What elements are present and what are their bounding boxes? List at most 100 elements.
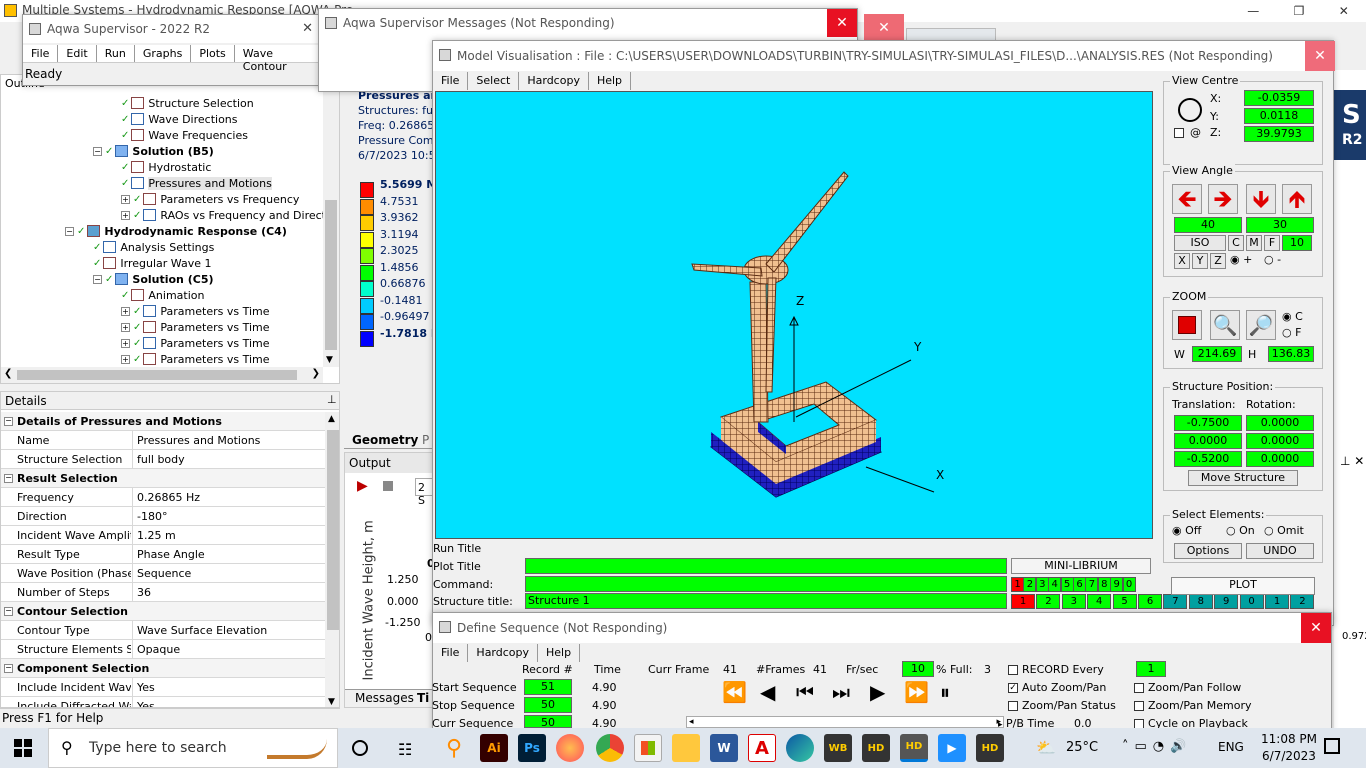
tray-icons[interactable]: ˄▭◔🔊 — [1122, 739, 1192, 754]
details-value[interactable]: Phase Angle — [137, 548, 205, 561]
details-value[interactable]: 1.25 m — [137, 529, 176, 542]
centre-checkbox[interactable] — [1174, 128, 1184, 138]
model-menu-item[interactable]: Help — [589, 72, 632, 90]
details-value[interactable]: -180° — [137, 510, 167, 523]
tree-vertical-scrollbar[interactable]: ▼ — [323, 85, 339, 367]
structure-digit-button[interactable]: 9 — [1214, 594, 1239, 609]
windows-start-icon[interactable] — [14, 739, 32, 757]
file-explorer-icon[interactable] — [672, 734, 700, 762]
stop-icon[interactable] — [383, 481, 393, 491]
collapse-icon[interactable]: − — [93, 146, 102, 156]
tree-item[interactable]: + ✓ Parameters vs Time — [121, 319, 270, 335]
translation-x[interactable]: -0.7500 — [1174, 415, 1242, 431]
move-structure-button[interactable]: Move Structure — [1188, 470, 1298, 486]
rotation-z[interactable]: 0.0000 — [1246, 451, 1314, 467]
collapse-icon[interactable]: − — [4, 474, 13, 483]
pin-icon[interactable]: ⊥ — [327, 393, 337, 406]
z-axis-button[interactable]: Z — [1210, 253, 1226, 269]
clock-date[interactable]: 6/7/2023 — [1256, 749, 1322, 763]
sequence-close-button[interactable]: ✕ — [1301, 613, 1331, 643]
centre-circle-icon[interactable] — [1178, 98, 1202, 122]
supervisor-menu-item[interactable]: Wave Contour — [235, 45, 321, 73]
model-menu-item[interactable]: Select — [468, 72, 520, 90]
command-digit-button[interactable]: 0 — [1122, 577, 1136, 592]
command-digit-button[interactable]: 4 — [1048, 577, 1062, 592]
details-value[interactable]: Wave Surface Elevation — [137, 624, 267, 637]
close-icon[interactable]: ✕ — [1339, 4, 1349, 18]
command-digit-button[interactable]: 5 — [1060, 577, 1074, 592]
details-value[interactable]: Yes — [137, 681, 155, 694]
undo-button[interactable]: UNDO — [1246, 543, 1314, 559]
details-row[interactable]: Name Pressures and Motions — [1, 431, 325, 450]
structure-digit-button[interactable]: 6 — [1138, 594, 1162, 609]
tree-item[interactable]: ✓ Wave Directions — [121, 111, 238, 127]
task-view-icon[interactable] — [352, 740, 368, 756]
details-row[interactable]: Include Incident Wave Yes — [1, 678, 325, 697]
c-button[interactable]: C — [1228, 235, 1244, 251]
record-every-checkbox[interactable]: RECORD Every — [1008, 663, 1104, 676]
zoom-follow-checkbox[interactable]: Zoom/Pan Follow — [1134, 681, 1241, 694]
tree-item[interactable]: + ✓ RAOs vs Frequency and Directio — [121, 207, 336, 223]
command-field[interactable] — [525, 576, 1007, 592]
frsec-field[interactable]: 10 — [902, 661, 934, 677]
details-scrollbar[interactable]: ▲ ▼ — [325, 412, 339, 707]
curr-record-field[interactable]: 50 — [524, 715, 572, 729]
details-group-header[interactable]: − Contour Selection — [1, 602, 325, 621]
arrow-left-icon[interactable]: 🡸 — [1172, 184, 1202, 214]
plus-radio[interactable]: ◉ + — [1230, 253, 1252, 266]
structure-digit-button[interactable]: 3 — [1061, 594, 1086, 609]
expand-icon[interactable]: + — [121, 354, 130, 364]
supervisor-menu-item[interactable]: Edit — [58, 45, 97, 62]
details-value[interactable]: full body — [137, 453, 185, 466]
mini-librium-button[interactable]: MINI-LIBRIUM — [1011, 558, 1151, 574]
options-button[interactable]: Options — [1174, 543, 1242, 559]
arrow-down-icon[interactable]: 🡻 — [1246, 184, 1276, 214]
plot-title-field[interactable] — [525, 558, 1007, 574]
aqwa-hd-icon-2[interactable]: HD — [976, 734, 1004, 762]
notification-icon[interactable] — [1324, 738, 1340, 754]
details-row[interactable]: Contour Type Wave Surface Elevation — [1, 621, 325, 640]
tab-geometry[interactable]: Geometry — [352, 433, 418, 447]
rotation-y[interactable]: 0.0000 — [1246, 433, 1314, 449]
record-every-field[interactable]: 1 — [1136, 661, 1166, 677]
zoom-status-checkbox[interactable]: Zoom/Pan Status — [1008, 699, 1116, 712]
start-record-field[interactable]: 51 — [524, 679, 572, 695]
centre-y-field[interactable]: 0.0118 — [1244, 108, 1314, 124]
fast-forward-icon[interactable]: ⏩ — [904, 680, 929, 704]
structure-digit-button[interactable]: 2 — [1290, 594, 1315, 609]
step-back-icon[interactable]: ◀ — [760, 680, 775, 704]
command-digit-button[interactable]: 2 — [1023, 577, 1037, 592]
model-viewport[interactable]: Z Y X — [435, 91, 1153, 539]
tab-messages[interactable]: Messages — [355, 691, 414, 705]
tab-ti[interactable]: Ti — [417, 691, 429, 705]
model-menu-item[interactable]: Hardcopy — [519, 72, 589, 90]
collapse-icon[interactable]: − — [93, 274, 102, 284]
clock-time[interactable]: 11:08 PM — [1256, 732, 1322, 746]
details-group-header[interactable]: − Details of Pressures and Motions — [1, 412, 325, 431]
expand-icon[interactable]: + — [121, 306, 130, 316]
pause-icon[interactable]: ⏸ — [940, 680, 950, 704]
search-app-icon[interactable]: ⚲ — [440, 734, 468, 762]
details-value[interactable]: Pressures and Motions — [137, 434, 260, 447]
tree-item[interactable]: ✓ Pressures and Motions — [121, 175, 272, 191]
weather-icon[interactable]: ⛅ — [1036, 738, 1056, 757]
plot-button[interactable]: PLOT — [1171, 577, 1315, 595]
model-close-button[interactable]: ✕ — [1305, 41, 1335, 71]
details-value[interactable]: Opaque — [137, 643, 180, 656]
firefox-icon[interactable] — [556, 734, 584, 762]
play-icon[interactable]: ▶ — [357, 478, 368, 494]
tree-item[interactable]: − ✓ Hydrodynamic Response (C4) — [65, 223, 287, 239]
rewind-icon[interactable]: ⏪ — [722, 680, 747, 704]
tree-item[interactable]: + ✓ Parameters vs Time — [121, 351, 270, 367]
command-digit-button[interactable]: 7 — [1085, 577, 1099, 592]
expand-icon[interactable]: + — [121, 338, 130, 348]
acrobat-icon[interactable]: A — [748, 734, 776, 762]
details-row[interactable]: Wave Position (Phase) Sequence — [1, 564, 325, 583]
widgets-icon[interactable]: ☷ — [398, 740, 412, 759]
expand-icon[interactable]: + — [121, 322, 130, 332]
command-digit-button[interactable]: 1 — [1011, 577, 1024, 592]
tree-horizontal-scrollbar[interactable]: ❮ ❯ — [1, 367, 323, 383]
centre-x-field[interactable]: -0.0359 — [1244, 90, 1314, 106]
translation-y[interactable]: 0.0000 — [1174, 433, 1242, 449]
details-row[interactable]: Incident Wave Amplitu... 1.25 m — [1, 526, 325, 545]
